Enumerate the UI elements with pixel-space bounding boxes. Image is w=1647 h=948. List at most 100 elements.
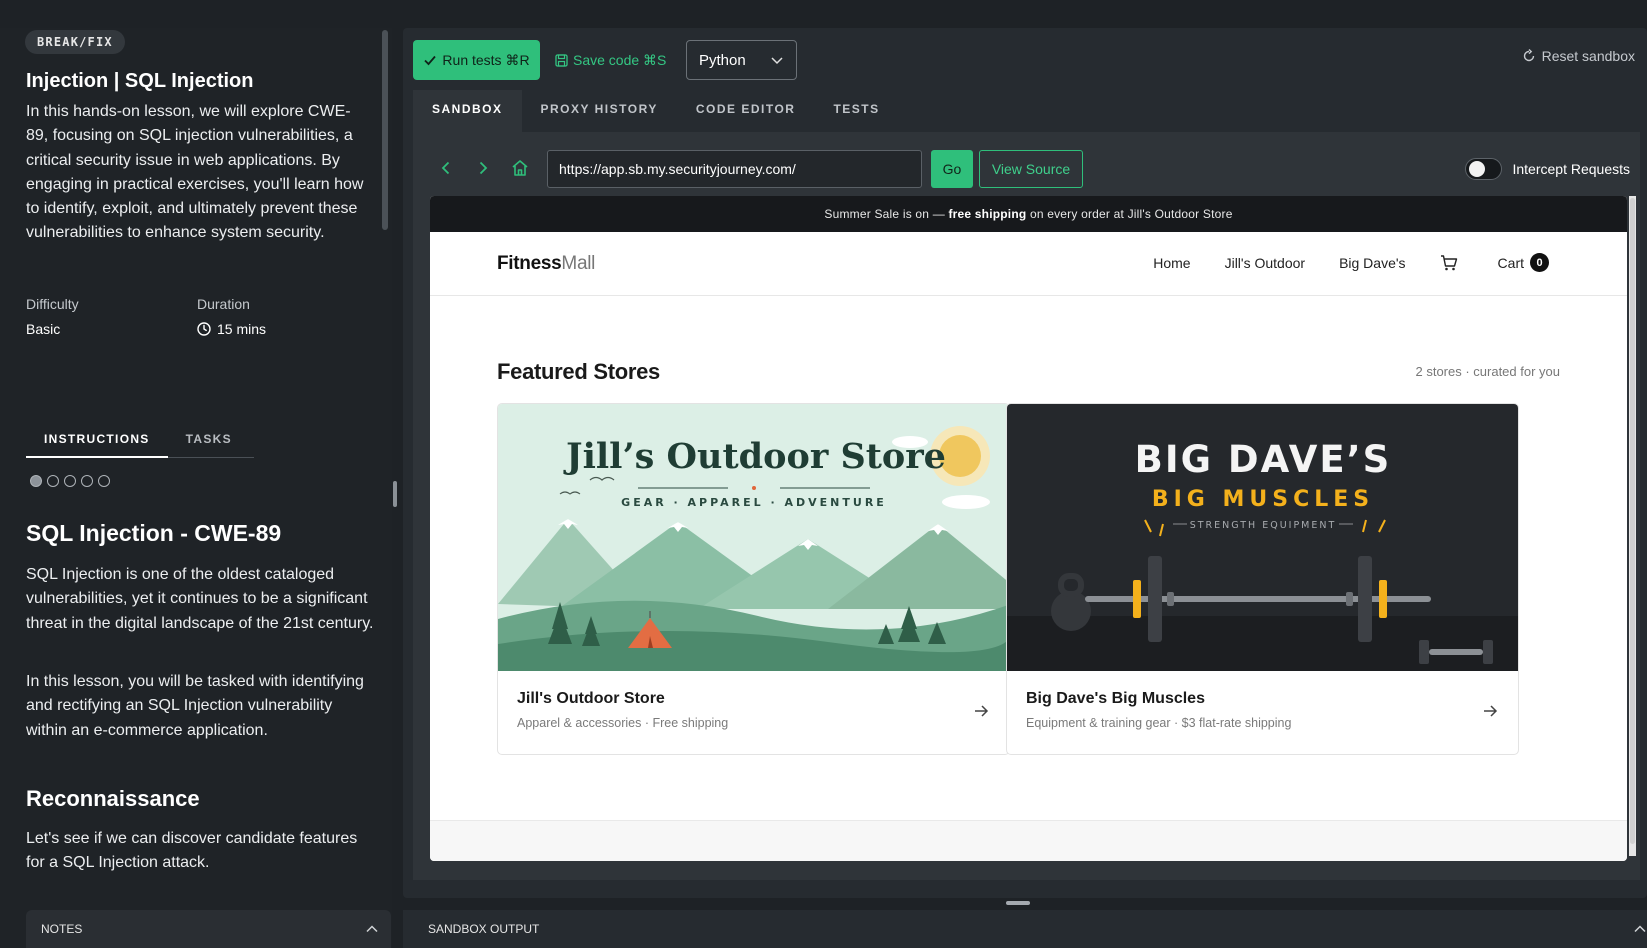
tab-tasks[interactable]: TASKS: [168, 428, 250, 458]
content-heading: SQL Injection - CWE-89: [26, 520, 282, 546]
chevron-down-icon: [771, 57, 783, 65]
promo-text: Summer Sale is on —: [824, 207, 949, 221]
store-banner-big-daves: BIG DAVE’S BIG MUSCLES STRENGTH EQUIPMEN…: [1007, 404, 1518, 671]
store-card-jills[interactable]: Jill’s Outdoor Store GEAR · APPAREL · AD…: [497, 403, 1010, 755]
sandbox-output-toggle[interactable]: SANDBOX OUTPUT: [403, 910, 1647, 948]
panel-resize-handle[interactable]: [393, 481, 397, 507]
go-button[interactable]: Go: [931, 150, 973, 188]
site-footer: [430, 820, 1627, 861]
site-header: FitnessMall Home Jill's Outdoor Big Dave…: [430, 232, 1627, 296]
sandbox-area: Go View Source Intercept Requests Summer…: [413, 132, 1640, 880]
step-dot[interactable]: [98, 475, 110, 487]
tab-instructions[interactable]: INSTRUCTIONS: [26, 428, 168, 458]
run-tests-label: Run tests ⌘R: [442, 51, 530, 68]
save-code-button[interactable]: Save code ⌘S: [555, 40, 666, 80]
refresh-icon: [1523, 49, 1534, 62]
notes-panel-toggle[interactable]: NOTES: [26, 910, 391, 948]
forward-icon[interactable]: [475, 160, 491, 176]
sandbox-output-label: SANDBOX OUTPUT: [428, 922, 540, 936]
banner-title: Jill’s Outdoor Store: [563, 436, 946, 477]
promo-banner: Summer Sale is on — free shipping on eve…: [430, 196, 1627, 232]
store-banner-jills: Jill’s Outdoor Store GEAR · APPAREL · AD…: [498, 404, 1009, 671]
duration-value: 15 mins: [197, 321, 266, 337]
arrow-right-icon[interactable]: [973, 703, 989, 719]
step-dot[interactable]: [30, 475, 42, 487]
nav-link-big-daves[interactable]: Big Dave's: [1339, 255, 1405, 271]
notes-label: NOTES: [41, 922, 83, 936]
store-card-big-daves[interactable]: BIG DAVE’S BIG MUSCLES STRENGTH EQUIPMEN…: [1006, 403, 1519, 755]
logo-bold: Fitness: [497, 253, 562, 274]
difficulty-value: Basic: [26, 321, 60, 337]
output-resize-handle[interactable]: [1006, 901, 1030, 905]
step-indicator: [30, 475, 110, 487]
lesson-description: In this hands-on lesson, we will explore…: [26, 103, 364, 242]
language-select[interactable]: Python: [686, 40, 797, 80]
arrow-right-icon[interactable]: [1482, 703, 1498, 719]
reset-sandbox-button[interactable]: Reset sandbox: [1522, 48, 1635, 64]
banner-title: BIG DAVE’S: [1135, 438, 1392, 481]
language-value: Python: [699, 51, 746, 69]
content-paragraph: Let's see if we can discover candidate f…: [26, 830, 358, 872]
nav-link-home[interactable]: Home: [1153, 255, 1190, 271]
duration-text: 15 mins: [217, 321, 267, 337]
tab-proxy-history[interactable]: PROXY HISTORY: [522, 90, 677, 132]
tab-code-editor[interactable]: CODE EDITOR: [677, 90, 815, 132]
cart-icon: [1440, 254, 1457, 270]
intercept-requests: Intercept Requests: [1465, 158, 1630, 180]
step-dot[interactable]: [47, 475, 59, 487]
step-dot[interactable]: [81, 475, 93, 487]
cart-label: Cart: [1497, 254, 1524, 271]
content-paragraph: In this lesson, you will be tasked with …: [26, 673, 364, 739]
store-subtitle: Apparel & accessories · Free shipping: [517, 716, 729, 730]
run-tests-button[interactable]: Run tests ⌘R: [413, 40, 540, 80]
chevron-up-icon: [1634, 925, 1646, 933]
content-subheading: Reconnaissance: [26, 786, 200, 811]
duration-label: Duration: [197, 296, 250, 312]
url-input[interactable]: [547, 150, 922, 188]
workspace-tabs: SANDBOX PROXY HISTORY CODE EDITOR TESTS: [413, 90, 1647, 132]
cart-count-badge: 0: [1530, 253, 1549, 272]
content-paragraph: SQL Injection is one of the oldest catal…: [26, 566, 374, 632]
workspace-panel: Run tests ⌘R Save code ⌘S Python Reset s…: [403, 28, 1647, 898]
store-name: Big Dave's Big Muscles: [1026, 690, 1205, 707]
clock-icon: [197, 322, 211, 336]
chevron-up-icon: [366, 925, 378, 933]
lesson-scrollbar[interactable]: [382, 30, 388, 230]
home-icon[interactable]: [511, 159, 529, 177]
step-dot[interactable]: [64, 475, 76, 487]
save-code-label: Save code ⌘S: [573, 51, 667, 68]
lesson-type-badge: BREAK/FIX: [25, 30, 125, 54]
tab-sandbox[interactable]: SANDBOX: [413, 90, 522, 132]
reset-sandbox-label: Reset sandbox: [1541, 48, 1635, 64]
banner-tagline: STRENGTH EQUIPMENT: [1190, 520, 1337, 531]
store-name: Jill's Outdoor Store: [517, 690, 665, 707]
save-icon: [555, 53, 568, 67]
difficulty-text: Basic: [26, 321, 61, 337]
difficulty-label: Difficulty: [26, 296, 79, 312]
lesson-panel: BREAK/FIX Injection | SQL Injection In t…: [0, 28, 392, 948]
lesson-title: Injection | SQL Injection: [26, 70, 254, 92]
check-icon: [424, 55, 437, 66]
embedded-browser-viewport: Summer Sale is on — free shipping on eve…: [430, 196, 1627, 861]
banner-tagline: GEAR · APPAREL · ADVENTURE: [621, 496, 887, 509]
tab-tests[interactable]: TESTS: [814, 90, 898, 132]
intercept-label: Intercept Requests: [1512, 161, 1630, 177]
featured-stores-heading: Featured Stores: [497, 359, 660, 384]
site-logo[interactable]: FitnessMall: [497, 253, 595, 275]
promo-text: on every order at Jill's Outdoor Store: [1026, 207, 1233, 221]
view-source-button[interactable]: View Source: [979, 150, 1083, 188]
lesson-tabs: INSTRUCTIONS TASKS: [26, 428, 254, 458]
gym-equipment-illustration: BIG DAVE’S BIG MUSCLES STRENGTH EQUIPMEN…: [1007, 404, 1518, 671]
banner-subtitle: BIG MUSCLES: [1152, 487, 1374, 512]
back-icon[interactable]: [438, 160, 454, 176]
logo-thin: Mall: [561, 253, 596, 274]
outdoor-landscape-illustration: Jill’s Outdoor Store GEAR · APPAREL · AD…: [498, 404, 1009, 671]
browser-scrollbar[interactable]: [1629, 196, 1636, 856]
featured-stores-meta: 2 stores · curated for you: [1415, 364, 1560, 379]
cart-link[interactable]: Cart 0: [1440, 253, 1549, 272]
intercept-toggle[interactable]: [1465, 158, 1503, 180]
nav-link-jills-outdoor[interactable]: Jill's Outdoor: [1225, 255, 1305, 271]
promo-highlight: free shipping: [948, 207, 1027, 221]
site-nav: Home Jill's Outdoor Big Dave's Cart 0: [1119, 253, 1549, 272]
store-subtitle: Equipment & training gear · $3 flat-rate…: [1026, 716, 1292, 730]
